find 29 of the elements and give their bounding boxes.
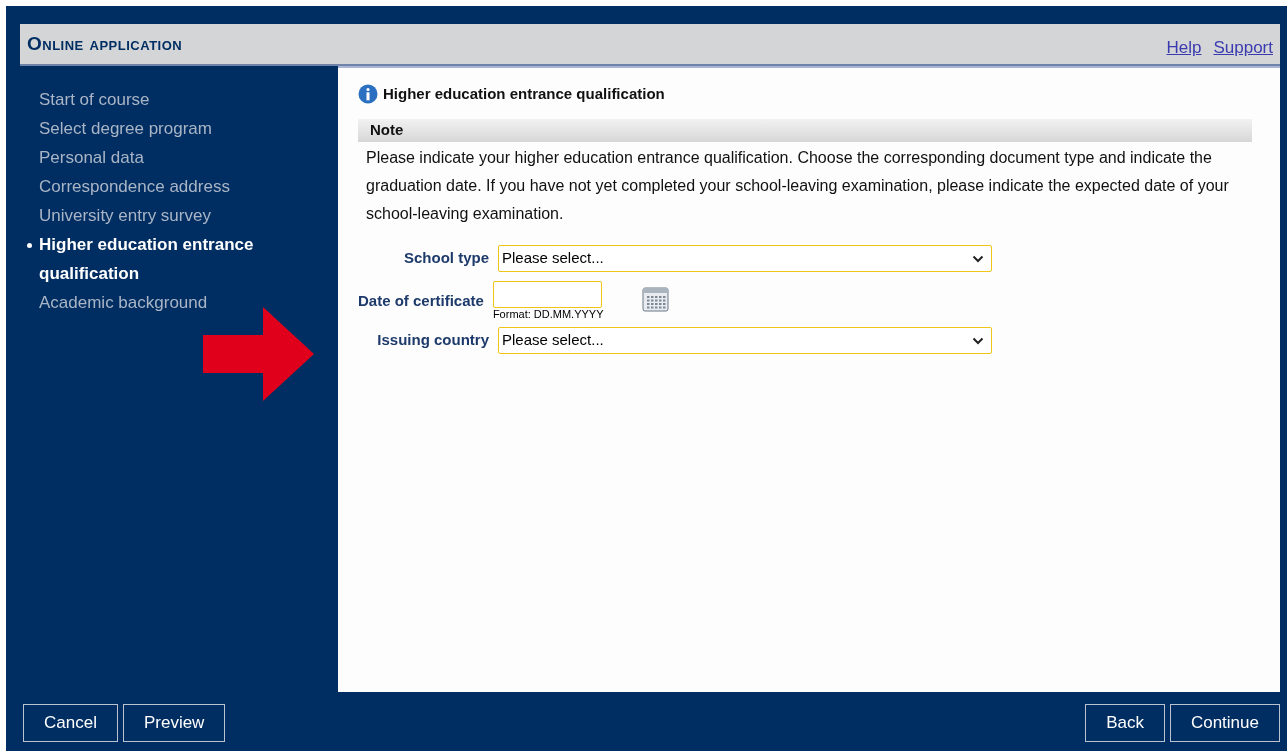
footer-button[interactable]: Preview [122,704,226,742]
section-heading: Higher education entrance qualification [383,84,665,104]
header-link[interactable]: Help [1166,35,1202,61]
field-label: Issuing country [376,330,490,351]
chevron-down-icon [972,254,984,263]
sidebar-item[interactable]: Personal data [20,143,338,172]
header-link[interactable]: Support [1213,35,1273,61]
format-hint: Format: DD.MM.YYYY [492,307,604,320]
field-label: Date of certificate [358,291,485,309]
sidebar-item[interactable]: Correspondence address [20,172,338,201]
date-field[interactable] [492,280,602,308]
info-icon [358,84,378,105]
note-text: Please indicate your higher education entrance qualification. Choose the corresponding document type and indicate the graduation date. If you have not yet completed your school-leaving examination, please indicate the expected date of your school-leaving examination. [365,147,1230,224]
sidebar-item[interactable]: Select degree program [20,114,338,143]
sidebar-item[interactable]: Higher education entrance qualification [20,230,338,288]
select-field[interactable]: Please select... [498,327,992,354]
sidebar-item[interactable]: Academic background [20,288,338,317]
note-header: Note [358,118,1252,142]
sidebar-item[interactable]: Start of course [20,85,338,114]
footer-button[interactable]: Cancel [23,704,118,742]
app-title: Online application [27,31,183,56]
footer-button[interactable]: Continue [1169,704,1280,742]
field-label: School type [403,248,490,269]
sidebar-item[interactable]: University entry survey [20,201,338,230]
footer-button[interactable]: Back [1085,704,1165,742]
select-field[interactable]: Please select... [498,245,992,272]
chevron-down-icon [972,336,984,345]
bullet-icon [27,243,32,248]
calendar-icon[interactable] [641,286,669,312]
